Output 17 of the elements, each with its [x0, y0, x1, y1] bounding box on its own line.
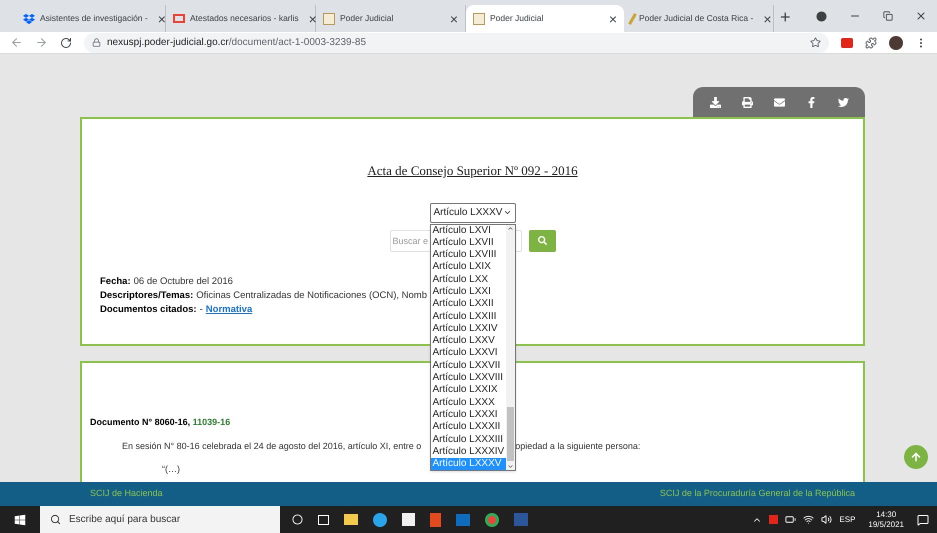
tab-title: Poder Judicial — [490, 12, 544, 25]
tab-title: Atestados necesarios - karlis — [190, 12, 299, 25]
tab-title: Asistentes de investigación - — [40, 12, 148, 25]
url-text: nexuspj.poder-judicial.go.cr/document/act-1-0003-3239-85 — [107, 36, 366, 50]
field-value: 06 de Octubre del 2016 — [134, 276, 233, 288]
paragraph-text: opiedad a la siguiente persona: — [515, 440, 640, 453]
tab-title: Poder Judicial de Costa Rica - — [639, 12, 754, 25]
field-value: Oficinas Centralizadas de Notificaciones (OCN), Nomb — [196, 290, 428, 302]
field-label: Documentos citados: — [100, 304, 197, 316]
tab-title: Poder Judicial — [340, 12, 394, 25]
document-heading: Documento N° 8060-16, 11039-16 — [90, 416, 230, 429]
separator-text: - — [200, 304, 203, 316]
field-label: Descriptores/Temas: — [100, 290, 194, 302]
quote-text: “(…) — [162, 463, 180, 476]
document-title: Acta de Consejo Superior Nº 092 - 2016 — [367, 162, 578, 180]
paragraph-text: En sesión N° 80-16 celebrada el 24 de agosto del 2016, artículo XI, entre o — [122, 440, 422, 453]
field-label: Fecha: — [100, 276, 131, 288]
